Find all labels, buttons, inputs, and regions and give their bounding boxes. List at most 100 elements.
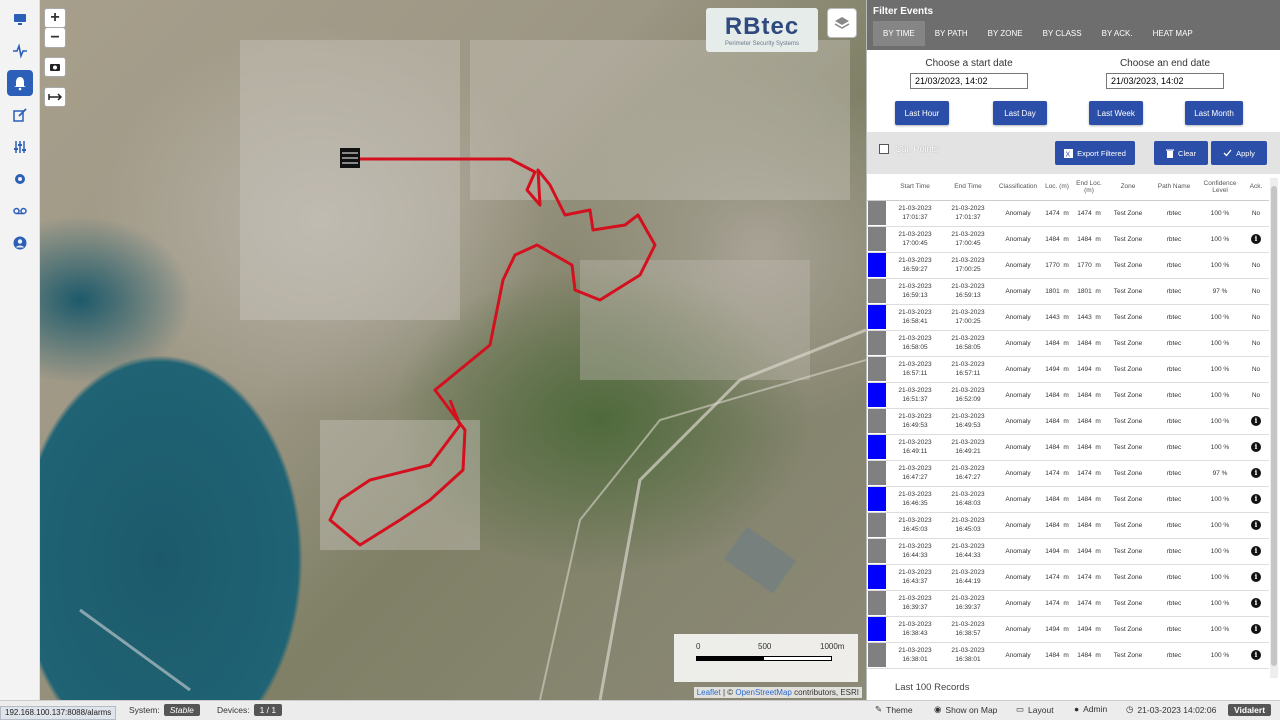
- ack-cell[interactable]: i: [1243, 616, 1269, 643]
- export-filtered-button[interactable]: X Export Filtered: [1055, 141, 1135, 165]
- ack-cell[interactable]: i: [1243, 642, 1269, 669]
- clear-button[interactable]: Clear: [1154, 141, 1208, 165]
- table-row[interactable]: 21-03-2023 17:00:45 21-03-2023 17:00:45 Anom…: [867, 226, 1269, 253]
- last-day-button[interactable]: Last Day: [993, 101, 1047, 125]
- classification-cell: Anomaly: [995, 200, 1041, 227]
- last-week-button[interactable]: Last Week: [1089, 101, 1143, 125]
- end-time-cell: 21-03-2023 16:47:27: [941, 460, 995, 487]
- table-row[interactable]: 21-03-2023 16:58:41 21-03-2023 17:00:25 Anom…: [867, 304, 1269, 331]
- info-icon[interactable]: i: [1251, 598, 1261, 608]
- info-icon[interactable]: i: [1251, 416, 1261, 426]
- info-icon[interactable]: i: [1251, 624, 1261, 634]
- sidebar-button-voicemail[interactable]: [7, 198, 33, 224]
- table-row[interactable]: 21-03-2023 16:38:01 21-03-2023 16:38:01 Anom…: [867, 642, 1269, 669]
- table-row[interactable]: 21-03-2023 17:01:37 21-03-2023 17:01:37 Anom…: [867, 200, 1269, 227]
- sidebar-button-activity[interactable]: [7, 38, 33, 64]
- table-row[interactable]: 21-03-2023 16:51:37 21-03-2023 16:52:09 Anom…: [867, 382, 1269, 409]
- end-location-cell: 1484 m: [1073, 486, 1105, 513]
- column-header[interactable]: Start Time: [889, 174, 941, 201]
- table-row[interactable]: 21-03-2023 16:43:37 21-03-2023 16:44:19 Anom…: [867, 564, 1269, 591]
- ack-cell[interactable]: i: [1243, 538, 1269, 565]
- zoom-in-button[interactable]: +: [44, 8, 66, 28]
- scale-label-1000: 1000m: [820, 642, 845, 651]
- records-count: Last 100 Records: [895, 682, 970, 693]
- tab-heat-map[interactable]: HEAT MAP: [1143, 21, 1203, 46]
- screenshot-button[interactable]: [44, 57, 66, 77]
- sidebar-button-sliders[interactable]: [7, 134, 33, 160]
- tab-by-time[interactable]: BY TIME: [873, 21, 925, 46]
- last-month-button[interactable]: Last Month: [1185, 101, 1243, 125]
- table-row[interactable]: 21-03-2023 16:39:37 21-03-2023 16:39:37 Anom…: [867, 590, 1269, 617]
- theme-button[interactable]: ✎ Theme: [875, 704, 913, 715]
- tab-by-zone[interactable]: BY ZONE: [978, 21, 1033, 46]
- ack-cell[interactable]: i: [1243, 564, 1269, 591]
- column-header[interactable]: End Loc. (m): [1073, 174, 1105, 201]
- ack-cell[interactable]: i: [1243, 512, 1269, 539]
- table-scrollbar[interactable]: [1270, 178, 1278, 678]
- sidebar-button-user[interactable]: [7, 230, 33, 256]
- info-icon[interactable]: i: [1251, 520, 1261, 530]
- tab-by-ack[interactable]: BY ACK.: [1092, 21, 1143, 46]
- tab-by-class[interactable]: BY CLASS: [1033, 21, 1092, 46]
- column-header[interactable]: End Time: [941, 174, 995, 201]
- column-header[interactable]: Loc. (m): [1041, 174, 1073, 201]
- info-icon[interactable]: i: [1251, 234, 1261, 244]
- start-date-block: Choose a start date 21/03/2023, 14:02: [899, 58, 1039, 89]
- last-hour-button[interactable]: Last Hour: [895, 101, 949, 125]
- info-icon[interactable]: i: [1251, 494, 1261, 504]
- info-icon[interactable]: i: [1251, 546, 1261, 556]
- start-date-input[interactable]: 21/03/2023, 14:02: [910, 73, 1028, 89]
- start-time-cell: 21-03-2023 16:44:33: [889, 538, 941, 565]
- info-icon[interactable]: i: [1251, 650, 1261, 660]
- ack-cell[interactable]: i: [1243, 408, 1269, 435]
- column-header[interactable]: Zone: [1105, 174, 1151, 201]
- tab-by-path[interactable]: BY PATH: [925, 21, 978, 46]
- leaflet-link[interactable]: Leaflet: [697, 688, 721, 697]
- info-icon[interactable]: i: [1251, 468, 1261, 478]
- layout-button[interactable]: ▭ Layout: [1016, 704, 1054, 715]
- start-time-cell: 21-03-2023 16:58:05: [889, 330, 941, 357]
- table-row[interactable]: 21-03-2023 16:45:03 21-03-2023 16:45:03 Anom…: [867, 512, 1269, 539]
- show-on-map-button[interactable]: ◉ Show on Map: [934, 704, 997, 715]
- table-row[interactable]: 21-03-2023 16:58:05 21-03-2023 16:58:05 Anom…: [867, 330, 1269, 357]
- table-row[interactable]: 21-03-2023 16:59:13 21-03-2023 16:59:13 Anom…: [867, 278, 1269, 305]
- sidebar-button-monitor[interactable]: [7, 6, 33, 32]
- severity-indicator: [867, 278, 889, 305]
- path-name-cell: rbtec: [1151, 486, 1197, 513]
- table-row[interactable]: 21-03-2023 16:49:53 21-03-2023 16:49:53 Anom…: [867, 408, 1269, 435]
- info-icon[interactable]: i: [1251, 572, 1261, 582]
- zoom-out-button[interactable]: −: [44, 28, 66, 48]
- table-row[interactable]: 21-03-2023 16:57:11 21-03-2023 16:57:11 Anom…: [867, 356, 1269, 383]
- table-row[interactable]: 21-03-2023 16:38:43 21-03-2023 16:38:57 Anom…: [867, 616, 1269, 643]
- table-row[interactable]: 21-03-2023 16:59:27 21-03-2023 17:00:25 Anom…: [867, 252, 1269, 279]
- sidebar-button-bell[interactable]: [7, 70, 33, 96]
- column-header[interactable]: Ack.: [1243, 174, 1269, 201]
- table-row[interactable]: 21-03-2023 16:44:33 21-03-2023 16:44:33 Anom…: [867, 538, 1269, 565]
- filter-header: Filter Events BY TIME BY PATH BY ZONE BY CL…: [867, 0, 1280, 50]
- measure-button[interactable]: [44, 87, 66, 107]
- sidebar-button-gear[interactable]: [7, 166, 33, 192]
- layers-button[interactable]: [827, 8, 857, 38]
- cal-points-checkbox[interactable]: [879, 144, 889, 154]
- end-date-input[interactable]: 21/03/2023, 14:02: [1106, 73, 1224, 89]
- url-tooltip: 192.168.100.137:8088/alarms: [0, 706, 117, 720]
- info-icon[interactable]: i: [1251, 442, 1261, 452]
- osm-link[interactable]: OpenStreetMap: [735, 688, 791, 697]
- table-row[interactable]: 21-03-2023 16:49:11 21-03-2023 16:49:21 Anom…: [867, 434, 1269, 461]
- column-header[interactable]: Classification: [995, 174, 1041, 201]
- table-row[interactable]: 21-03-2023 16:47:27 21-03-2023 16:47:27 Anom…: [867, 460, 1269, 487]
- table-row[interactable]: 21-03-2023 16:46:35 21-03-2023 16:48:03 Anom…: [867, 486, 1269, 513]
- ack-cell[interactable]: i: [1243, 226, 1269, 253]
- map-view[interactable]: + − RBtec Perimeter Security Systems 0 5…: [40, 0, 866, 700]
- sidebar-button-edit[interactable]: [7, 102, 33, 128]
- ack-cell[interactable]: i: [1243, 434, 1269, 461]
- apply-button[interactable]: Apply: [1211, 141, 1267, 165]
- table-toolbar: Cal. Points X Export Filtered Clear Appl…: [867, 132, 1280, 174]
- column-header[interactable]: Path Name: [1151, 174, 1197, 201]
- column-header[interactable]: Confidence Level: [1197, 174, 1243, 201]
- user-menu[interactable]: ● Admin: [1074, 704, 1107, 714]
- ack-cell[interactable]: i: [1243, 590, 1269, 617]
- ack-cell[interactable]: i: [1243, 460, 1269, 487]
- path-name-cell: rbtec: [1151, 590, 1197, 617]
- ack-cell[interactable]: i: [1243, 486, 1269, 513]
